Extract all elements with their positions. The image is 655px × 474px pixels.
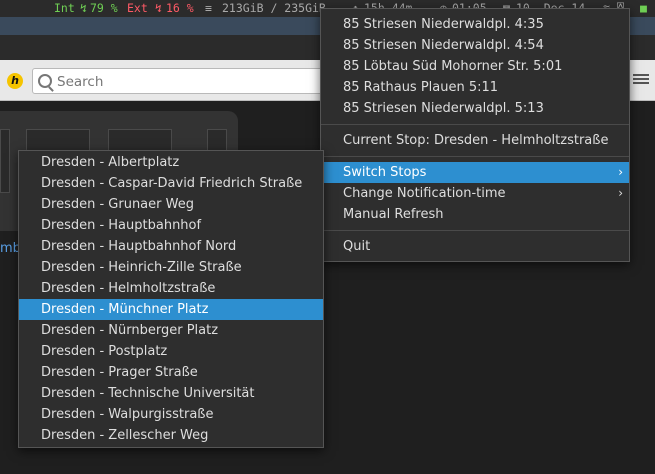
tray-icon[interactable]: ■: [640, 0, 647, 17]
hypothesis-logo-icon[interactable]: h: [7, 73, 23, 89]
stop-item-prager-strasse[interactable]: Dresden - Prager Straße: [19, 362, 323, 383]
departure-item[interactable]: 85 Striesen Niederwaldpl. 5:13: [321, 98, 629, 119]
disk-usage: 213GiB / 235GiB: [222, 1, 326, 15]
switch-stops-label: Switch Stops: [343, 165, 427, 180]
menu-separator: [321, 230, 629, 231]
departure-item[interactable]: 85 Löbtau Süd Mohorner Str. 5:01: [321, 56, 629, 77]
change-notification-item[interactable]: Change Notification-time ›: [321, 183, 629, 204]
stop-item-postplatz[interactable]: Dresden - Postplatz: [19, 341, 323, 362]
stop-item-heinrich-zille-strasse[interactable]: Dresden - Heinrich-Zille Straße: [19, 257, 323, 278]
int-label: Int: [54, 1, 75, 15]
ext-label: Ext: [127, 1, 148, 15]
search-box[interactable]: [32, 68, 332, 94]
disk-icon: ≡: [205, 1, 212, 15]
thumbnail[interactable]: [0, 129, 10, 193]
ext-battery-value: 16 %: [166, 1, 194, 15]
hamburger-menu-icon[interactable]: [633, 72, 649, 88]
submenu-arrow-icon: ›: [618, 165, 623, 179]
stop-item-hauptbahnhof[interactable]: Dresden - Hauptbahnhof: [19, 215, 323, 236]
switch-stops-item[interactable]: Switch Stops ›: [321, 162, 629, 183]
stop-item-hauptbahnhof-nord[interactable]: Dresden - Hauptbahnhof Nord: [19, 236, 323, 257]
change-notification-label: Change Notification-time: [343, 186, 506, 201]
stop-item-grunaer-weg[interactable]: Dresden - Grunaer Weg: [19, 194, 323, 215]
submenu-arrow-icon: ›: [618, 186, 623, 200]
stop-item-nuernberger-platz[interactable]: Dresden - Nürnberger Platz: [19, 320, 323, 341]
stop-item-caspar-david-friedrich-strasse[interactable]: Dresden - Caspar-David Friedrich Straße: [19, 173, 323, 194]
quit-item[interactable]: Quit: [321, 236, 629, 257]
search-icon: [38, 74, 52, 88]
int-battery-value: 79 %: [90, 1, 118, 15]
stop-item-zellescher-weg[interactable]: Dresden - Zellescher Weg: [19, 425, 323, 446]
menu-separator: [321, 124, 629, 125]
manual-refresh-item[interactable]: Manual Refresh: [321, 204, 629, 225]
stop-item-helmholtzstrasse[interactable]: Dresden - Helmholtzstraße: [19, 278, 323, 299]
stops-submenu: Dresden - Albertplatz Dresden - Caspar-D…: [18, 150, 324, 448]
search-input[interactable]: [55, 71, 329, 93]
stop-item-muenchner-platz[interactable]: Dresden - Münchner Platz: [19, 299, 323, 320]
tray-menu: 85 Striesen Niederwaldpl. 4:35 85 Stries…: [320, 8, 630, 262]
departure-item[interactable]: 85 Rathaus Plauen 5:11: [321, 77, 629, 98]
stop-item-albertplatz[interactable]: Dresden - Albertplatz: [19, 152, 323, 173]
current-stop-item[interactable]: Current Stop: Dresden - Helmholtzstraße: [321, 130, 629, 151]
battery-icon: ↯: [155, 1, 162, 15]
departure-item[interactable]: 85 Striesen Niederwaldpl. 4:35: [321, 14, 629, 35]
menu-separator: [321, 156, 629, 157]
battery-charging-icon: ↯: [80, 1, 87, 15]
stop-item-technische-universitaet[interactable]: Dresden - Technische Universität: [19, 383, 323, 404]
departure-item[interactable]: 85 Striesen Niederwaldpl. 4:54: [321, 35, 629, 56]
stop-item-walpurgisstrasse[interactable]: Dresden - Walpurgisstraße: [19, 404, 323, 425]
